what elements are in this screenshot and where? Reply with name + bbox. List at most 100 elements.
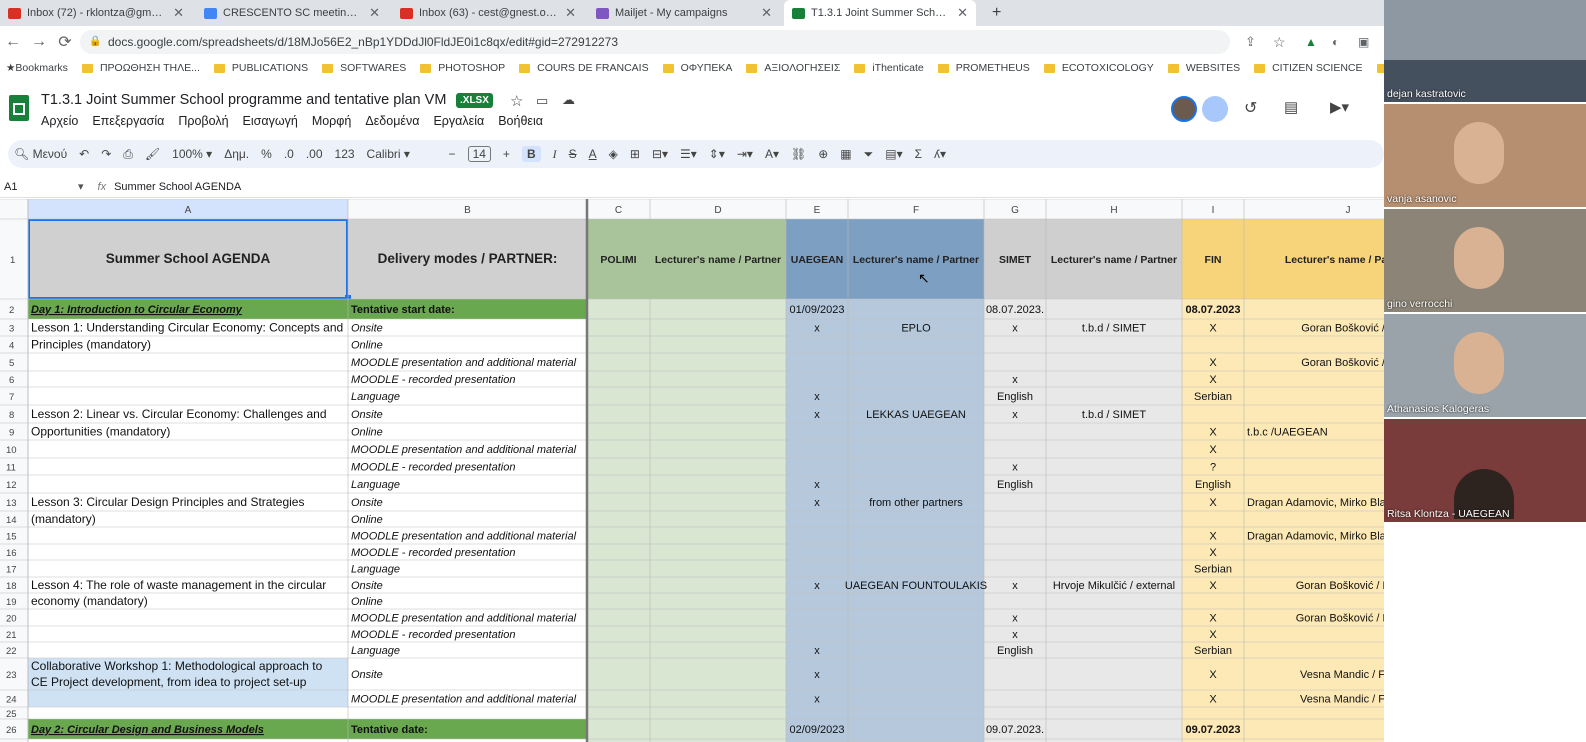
format-currency[interactable]: Δημ.: [224, 147, 249, 161]
font-size-minus-icon[interactable]: −: [449, 147, 456, 161]
participant-tile[interactable]: Athanasios Kalogeras: [1384, 314, 1586, 417]
browser-tab[interactable]: Inbox (72) - rklontza@gmail.com ✕: [0, 0, 192, 26]
meet-avatar[interactable]: [1202, 96, 1228, 122]
share-icon[interactable]: ⇪: [1245, 34, 1256, 50]
bookmark-item[interactable]: ΑΞΙΟΛΟΓΗΣΕΙΣ: [746, 62, 840, 74]
menu-item[interactable]: Δεδομένα: [365, 114, 419, 128]
bookmark-item[interactable]: ECOTOXICOLOGY: [1043, 62, 1154, 74]
comments-icon[interactable]: ▤: [1284, 98, 1298, 116]
bookmark-item[interactable]: ΘΕΜΑΤΑ ΠΤΥΧΙΑΚ...: [1376, 62, 1384, 74]
bold-icon[interactable]: B: [521, 146, 541, 162]
extension-icon[interactable]: ◐: [1332, 35, 1339, 49]
cell-b: Onsite: [351, 580, 383, 592]
cast-icon[interactable]: ▣: [1358, 35, 1369, 49]
menu-item[interactable]: Βοήθεια: [498, 114, 543, 128]
paint-format-icon[interactable]: 🖌︎: [145, 147, 160, 161]
spreadsheet-grid[interactable]: A B C D E F G H I J Summer School AGENDA Delivery m…: [0, 199, 1384, 742]
font-size-plus-icon[interactable]: +: [503, 147, 510, 161]
more-formats-button[interactable]: 123: [335, 147, 355, 161]
menu-item[interactable]: Εργαλεία: [433, 114, 484, 128]
drive-icon[interactable]: ▲: [1305, 35, 1317, 49]
reload-icon[interactable]: ⟳: [52, 32, 78, 52]
close-icon[interactable]: ✕: [173, 5, 184, 21]
decrease-decimal-button[interactable]: .0: [284, 147, 294, 161]
name-box[interactable]: A1: [4, 181, 74, 193]
functions-icon[interactable]: Σ: [915, 147, 922, 161]
browser-tab[interactable]: CRESCENTO SC meeting agenda ✕: [196, 0, 388, 26]
text-rotation-icon[interactable]: A▾: [765, 147, 779, 161]
filter-icon[interactable]: ⏷: [864, 147, 874, 162]
star-icon[interactable]: ☆: [510, 92, 523, 110]
participant-tile[interactable]: gino verrocchi: [1384, 209, 1586, 312]
participant-tile[interactable]: vanja asanovic: [1384, 104, 1586, 207]
chart-icon[interactable]: ▦: [840, 147, 851, 161]
bookmark-item[interactable]: SOFTWARES: [322, 62, 406, 74]
new-tab-button[interactable]: +: [984, 0, 1009, 26]
font-select[interactable]: Calibri ▾: [367, 147, 437, 161]
close-icon[interactable]: ✕: [957, 5, 968, 21]
browser-tab[interactable]: Inbox (63) - cest@gnest.org - Gl ✕: [392, 0, 584, 26]
bookmark-item[interactable]: COURS DE FRANCAIS: [519, 62, 649, 74]
search-menu-icon[interactable]: 🔍︎ Μενού: [14, 147, 67, 161]
cell-g: 09.07.2023.: [986, 724, 1044, 736]
undo-icon[interactable]: ↶: [79, 147, 89, 161]
print-icon[interactable]: ⎙: [123, 147, 133, 162]
merge-cells-icon[interactable]: ⊟▾: [652, 147, 668, 161]
back-icon[interactable]: ←: [0, 33, 26, 51]
avatar[interactable]: [1171, 96, 1197, 122]
menu-item[interactable]: Αρχείο: [41, 114, 78, 128]
meet-icon[interactable]: ▶▾: [1330, 98, 1349, 116]
bookmark-item[interactable]: WEBSITES: [1167, 62, 1240, 74]
horizontal-align-icon[interactable]: ☰▾: [680, 147, 697, 161]
close-icon[interactable]: ✕: [369, 5, 380, 21]
participant-tile[interactable]: dejan kastratovic: [1384, 0, 1586, 102]
menu-item[interactable]: Μορφή: [312, 114, 352, 128]
bookmark-item[interactable]: ★ Bookmarks: [6, 62, 68, 74]
italic-icon[interactable]: I: [553, 147, 557, 162]
zoom-select[interactable]: 100% ▾: [172, 147, 212, 161]
menu-item[interactable]: Επεξεργασία: [92, 114, 164, 128]
fill-color-icon[interactable]: ◈: [609, 147, 618, 161]
formula-input[interactable]: Summer School AGENDA: [114, 181, 241, 193]
address-bar[interactable]: 🔒 docs.google.com/spreadsheets/d/18MJo56…: [80, 30, 1230, 54]
star-icon[interactable]: ☆: [1273, 34, 1286, 51]
move-folder-icon[interactable]: ▭: [536, 93, 548, 109]
comment-icon[interactable]: ⊕: [818, 147, 828, 161]
vertical-align-icon[interactable]: ⇕▾: [709, 147, 725, 161]
percent-button[interactable]: %: [261, 147, 272, 161]
strikethrough-icon[interactable]: S: [569, 147, 577, 161]
increase-decimal-button[interactable]: .00: [306, 147, 323, 161]
menu-item[interactable]: Προβολή: [178, 114, 228, 128]
bookmark-item[interactable]: ΟΦΥΠΕΚΑ: [662, 62, 732, 74]
text-wrap-icon[interactable]: ⇥▾: [737, 147, 753, 161]
forward-icon[interactable]: →: [26, 33, 52, 51]
cell-i: Serbian: [1194, 645, 1232, 657]
bookmark-item[interactable]: PHOTOSHOP: [420, 62, 505, 74]
input-tools-icon[interactable]: ʎ▾: [934, 147, 946, 161]
link-icon[interactable]: ⛓︎: [791, 147, 806, 161]
cell-j: Goran Bošković / FIN: [1296, 580, 1384, 592]
browser-tab[interactable]: T1.3.1 Joint Summer School prog ✕: [784, 0, 976, 26]
history-icon[interactable]: ↺: [1244, 98, 1257, 118]
document-title[interactable]: T1.3.1 Joint Summer School programme and…: [41, 92, 446, 108]
close-icon[interactable]: ✕: [565, 5, 576, 21]
font-size-input[interactable]: 14: [467, 146, 491, 162]
bookmark-label: ΑΞΙΟΛΟΓΗΣΕΙΣ: [764, 62, 841, 74]
participant-tile[interactable]: Ritsa Klontza - UAEGEAN: [1384, 419, 1586, 522]
filter-views-icon[interactable]: ▤▾: [885, 147, 902, 161]
bookmark-item[interactable]: PUBLICATIONS: [213, 62, 308, 74]
cell-i: X: [1209, 580, 1217, 592]
menu-item[interactable]: Εισαγωγή: [243, 114, 298, 128]
header-cell: Lecturer's name / Partner: [1051, 254, 1177, 266]
bookmark-item[interactable]: PROMETHEUS: [937, 62, 1030, 74]
borders-icon[interactable]: ⊞: [630, 147, 640, 161]
redo-icon[interactable]: ↷: [101, 147, 111, 161]
text-color-icon[interactable]: A: [589, 147, 597, 161]
cell-b: Onsite: [351, 669, 383, 681]
close-icon[interactable]: ✕: [761, 5, 772, 21]
name-box-dropdown-icon[interactable]: ▾: [78, 180, 84, 193]
bookmark-item[interactable]: iThenticate: [854, 62, 924, 74]
browser-tab[interactable]: Mailjet - My campaigns ✕: [588, 0, 780, 26]
bookmark-item[interactable]: CITIZEN SCIENCE: [1254, 62, 1363, 74]
bookmark-item[interactable]: ΠΡΟΩΘΗΣΗ ΤΗΛΕ...: [81, 62, 200, 74]
